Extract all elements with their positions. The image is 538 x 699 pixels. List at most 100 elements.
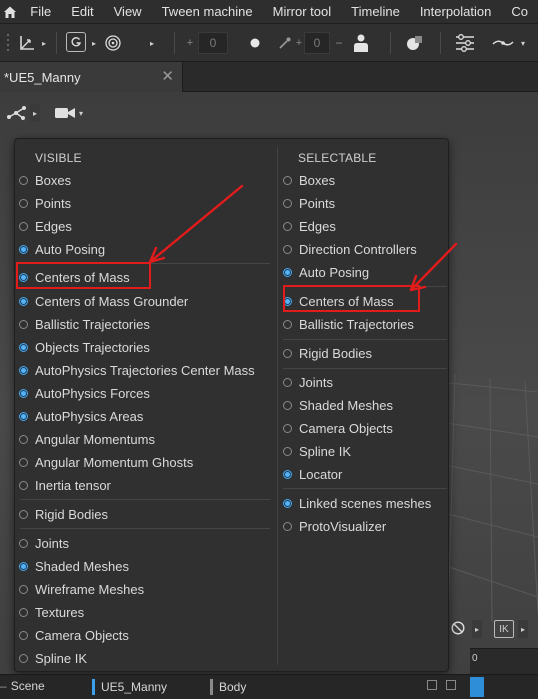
selectable-option-rigid-bodies[interactable]: Rigid Bodies bbox=[283, 343, 372, 363]
selectable-option-protovisualizer[interactable]: ProtoVisualizer bbox=[283, 516, 386, 536]
visible-option-angular-momentums[interactable]: Angular Momentums bbox=[19, 429, 155, 449]
radio-indicator-icon[interactable] bbox=[19, 388, 28, 398]
visible-option-points[interactable]: Points bbox=[19, 193, 71, 213]
radio-indicator-icon[interactable] bbox=[19, 221, 28, 231]
selectable-option-boxes[interactable]: Boxes bbox=[283, 170, 335, 190]
visible-option-ballistic-trajectories[interactable]: Ballistic Trajectories bbox=[19, 314, 150, 334]
body-item[interactable]: Body bbox=[210, 679, 246, 695]
selectable-option-direction-controllers[interactable]: Direction Controllers bbox=[283, 239, 417, 259]
radio-indicator-icon[interactable] bbox=[19, 319, 28, 329]
radio-indicator-icon[interactable] bbox=[19, 175, 28, 185]
home-icon[interactable] bbox=[0, 5, 20, 19]
radio-indicator-icon[interactable] bbox=[19, 653, 28, 663]
radio-indicator-icon[interactable] bbox=[283, 469, 292, 479]
visible-option-inertia-tensor[interactable]: Inertia tensor bbox=[19, 475, 111, 495]
radio-indicator-icon[interactable] bbox=[283, 446, 292, 456]
radio-indicator-icon[interactable] bbox=[19, 509, 28, 519]
radio-indicator-icon[interactable] bbox=[283, 198, 292, 208]
radio-indicator-icon[interactable] bbox=[19, 538, 28, 548]
spiral-icon[interactable] bbox=[102, 32, 124, 54]
visible-option-auto-posing[interactable]: Auto Posing bbox=[19, 239, 105, 259]
curve-icon[interactable] bbox=[490, 32, 516, 54]
g-toggle-icon[interactable] bbox=[66, 32, 86, 52]
radio-indicator-icon[interactable] bbox=[283, 521, 292, 531]
checkbox[interactable] bbox=[427, 680, 437, 690]
selectable-option-points[interactable]: Points bbox=[283, 193, 335, 213]
visible-option-textures[interactable]: Textures bbox=[19, 602, 84, 622]
selectable-option-ballistic-trajectories[interactable]: Ballistic Trajectories bbox=[283, 314, 414, 334]
menu-timeline[interactable]: Timeline bbox=[341, 0, 410, 23]
radio-indicator-icon[interactable] bbox=[19, 244, 28, 254]
no-entry-icon[interactable] bbox=[450, 620, 466, 636]
radio-indicator-icon[interactable] bbox=[19, 411, 28, 421]
graph-icon[interactable] bbox=[6, 104, 28, 122]
menu-mirror-tool[interactable]: Mirror tool bbox=[263, 0, 342, 23]
menu-tween-machine[interactable]: Tween machine bbox=[152, 0, 263, 23]
dropdown-arrow-icon[interactable]: ▸ bbox=[30, 104, 40, 122]
radio-indicator-icon[interactable] bbox=[283, 348, 292, 358]
dropdown-arrow-icon[interactable]: ▸ bbox=[472, 620, 482, 638]
visible-option-rigid-bodies[interactable]: Rigid Bodies bbox=[19, 504, 108, 524]
dot-icon[interactable] bbox=[248, 32, 262, 54]
selectable-option-spline-ik[interactable]: Spline IK bbox=[283, 441, 351, 461]
radio-indicator-icon[interactable] bbox=[19, 342, 28, 352]
ik-button[interactable]: IK bbox=[494, 620, 514, 638]
selectable-option-shaded-meshes[interactable]: Shaded Meshes bbox=[283, 395, 393, 415]
numeric-field-2[interactable]: 0 bbox=[304, 32, 330, 54]
radio-indicator-icon[interactable] bbox=[283, 377, 292, 387]
radio-indicator-icon[interactable] bbox=[19, 630, 28, 640]
checkbox[interactable] bbox=[446, 680, 456, 690]
timeline-ruler[interactable]: 0 bbox=[470, 648, 538, 674]
dropdown-arrow-icon[interactable]: ▸ bbox=[40, 32, 48, 54]
radio-indicator-icon[interactable] bbox=[19, 365, 28, 375]
visible-option-autophysics-trajectories-center-mass[interactable]: AutoPhysics Trajectories Center Mass bbox=[19, 360, 255, 380]
pipette-icon[interactable] bbox=[276, 32, 294, 54]
selectable-option-auto-posing[interactable]: Auto Posing bbox=[283, 262, 369, 282]
eye-sliders-icon[interactable] bbox=[452, 32, 478, 54]
radio-indicator-icon[interactable] bbox=[283, 319, 292, 329]
visible-option-boxes[interactable]: Boxes bbox=[19, 170, 71, 190]
camera-icon[interactable]: ▾ bbox=[54, 106, 83, 120]
close-icon[interactable]: ✕ bbox=[161, 69, 174, 85]
menu-file[interactable]: File bbox=[20, 0, 61, 23]
menu-co-truncated[interactable]: Co bbox=[501, 0, 538, 23]
selectable-option-joints[interactable]: Joints bbox=[283, 372, 333, 392]
visible-option-spline-ik[interactable]: Spline IK bbox=[19, 648, 87, 668]
radio-indicator-icon[interactable] bbox=[283, 175, 292, 185]
tab-ue5-manny[interactable]: *UE5_Manny ✕ bbox=[0, 62, 183, 92]
visible-option-autophysics-areas[interactable]: AutoPhysics Areas bbox=[19, 406, 143, 426]
radio-indicator-icon[interactable] bbox=[19, 480, 28, 490]
visible-option-camera-objects[interactable]: Camera Objects bbox=[19, 625, 129, 645]
radio-indicator-icon[interactable] bbox=[283, 400, 292, 410]
visible-option-centers-of-mass-grounder[interactable]: Centers of Mass Grounder bbox=[19, 291, 188, 311]
scene-item[interactable]: – Scene bbox=[0, 679, 45, 693]
visible-option-angular-momentum-ghosts[interactable]: Angular Momentum Ghosts bbox=[19, 452, 193, 472]
shape-icon[interactable] bbox=[404, 32, 426, 54]
menu-edit[interactable]: Edit bbox=[61, 0, 103, 23]
radio-indicator-icon[interactable] bbox=[19, 457, 28, 467]
menu-view[interactable]: View bbox=[104, 0, 152, 23]
selectable-option-linked-scenes-meshes[interactable]: Linked scenes meshes bbox=[283, 493, 431, 513]
radio-indicator-icon[interactable] bbox=[19, 584, 28, 594]
timeline-cursor[interactable] bbox=[470, 677, 484, 697]
visible-option-objects-trajectories[interactable]: Objects Trajectories bbox=[19, 337, 150, 357]
radio-indicator-icon[interactable] bbox=[19, 434, 28, 444]
radio-indicator-icon[interactable] bbox=[283, 221, 292, 231]
radio-indicator-icon[interactable] bbox=[19, 561, 28, 571]
visible-option-edges[interactable]: Edges bbox=[19, 216, 72, 236]
ue5-manny-item[interactable]: UE5_Manny bbox=[92, 679, 167, 695]
visible-option-shaded-meshes[interactable]: Shaded Meshes bbox=[19, 556, 129, 576]
radio-indicator-icon[interactable] bbox=[283, 244, 292, 254]
radio-indicator-icon[interactable] bbox=[19, 296, 28, 306]
visible-option-wireframe-meshes[interactable]: Wireframe Meshes bbox=[19, 579, 144, 599]
numeric-field-1[interactable]: 0 bbox=[198, 32, 228, 54]
selectable-option-edges[interactable]: Edges bbox=[283, 216, 336, 236]
selectable-option-locator[interactable]: Locator bbox=[283, 464, 342, 484]
radio-indicator-icon[interactable] bbox=[283, 423, 292, 433]
person-icon[interactable] bbox=[350, 32, 372, 54]
radio-indicator-icon[interactable] bbox=[283, 267, 292, 277]
dropdown-arrow-icon[interactable]: ▸ bbox=[518, 620, 528, 638]
visible-option-joints[interactable]: Joints bbox=[19, 533, 69, 553]
radio-indicator-icon[interactable] bbox=[19, 198, 28, 208]
axis-transform-icon[interactable] bbox=[16, 32, 38, 54]
